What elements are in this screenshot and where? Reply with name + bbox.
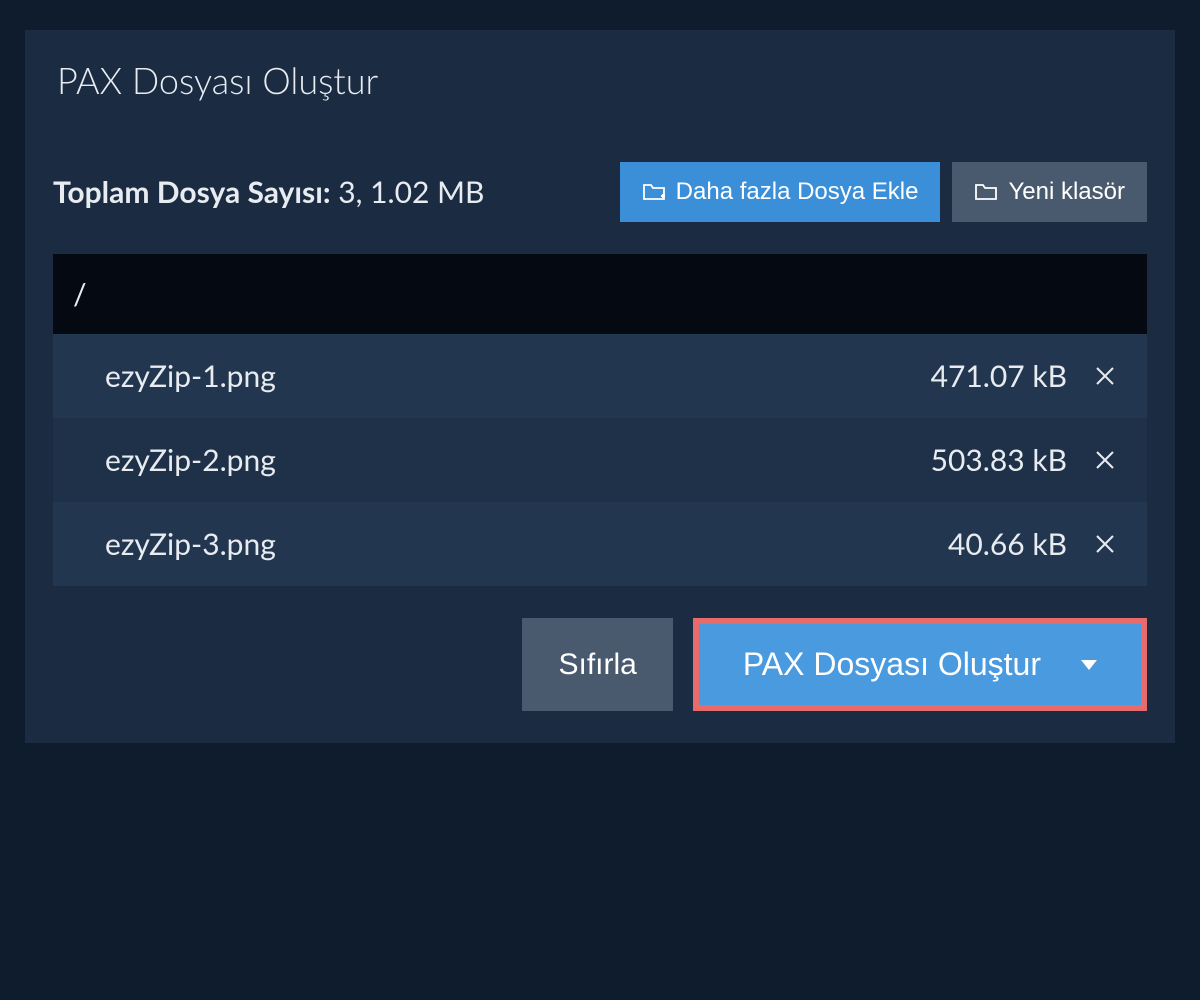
new-folder-label: Yeni klasör bbox=[1008, 178, 1125, 206]
add-files-label: Daha fazla Dosya Ekle bbox=[676, 178, 919, 206]
close-icon[interactable] bbox=[1091, 446, 1119, 474]
file-size: 471.07 kB bbox=[931, 358, 1067, 394]
folder-icon bbox=[974, 182, 998, 202]
create-pax-label: PAX Dosyası Oluştur bbox=[743, 646, 1041, 683]
file-count-label: Toplam Dosya Sayısı: bbox=[53, 174, 331, 210]
file-row-right: 40.66 kB bbox=[948, 526, 1119, 562]
file-row-right: 503.83 kB bbox=[931, 442, 1119, 478]
file-row: ezyZip-2.png 503.83 kB bbox=[53, 418, 1147, 502]
file-size: 40.66 kB bbox=[948, 526, 1067, 562]
file-name: ezyZip-2.png bbox=[105, 442, 931, 478]
file-rows: ezyZip-1.png 471.07 kB ezyZip-2.png bbox=[53, 334, 1147, 586]
toolbar-buttons: Daha fazla Dosya Ekle Yeni klasör bbox=[620, 162, 1147, 222]
file-row: ezyZip-1.png 471.07 kB bbox=[53, 334, 1147, 418]
file-name: ezyZip-1.png bbox=[105, 358, 931, 394]
file-size: 503.83 kB bbox=[931, 442, 1067, 478]
add-files-button[interactable]: Daha fazla Dosya Ekle bbox=[620, 162, 941, 222]
file-count-value: 3, 1.02 MB bbox=[338, 174, 484, 210]
file-list: / ezyZip-1.png 471.07 kB bbox=[53, 254, 1147, 586]
create-pax-button[interactable]: PAX Dosyası Oluştur bbox=[699, 624, 1141, 705]
path-row[interactable]: / bbox=[53, 254, 1147, 334]
file-count-summary: Toplam Dosya Sayısı: 3, 1.02 MB bbox=[53, 174, 484, 210]
file-row: ezyZip-3.png 40.66 kB bbox=[53, 502, 1147, 586]
new-folder-button[interactable]: Yeni klasör bbox=[952, 162, 1147, 222]
tab-create-pax[interactable]: PAX Dosyası Oluştur bbox=[25, 30, 410, 130]
folder-add-icon bbox=[642, 182, 666, 202]
footer-actions: Sıfırla PAX Dosyası Oluştur bbox=[53, 618, 1147, 711]
main-panel: PAX Dosyası Oluştur Toplam Dosya Sayısı:… bbox=[25, 30, 1175, 743]
content-area: Toplam Dosya Sayısı: 3, 1.02 MB Daha faz… bbox=[25, 130, 1175, 743]
file-row-right: 471.07 kB bbox=[931, 358, 1119, 394]
close-icon[interactable] bbox=[1091, 530, 1119, 558]
caret-down-icon bbox=[1081, 660, 1097, 670]
close-icon[interactable] bbox=[1091, 362, 1119, 390]
toolbar: Toplam Dosya Sayısı: 3, 1.02 MB Daha faz… bbox=[53, 162, 1147, 222]
tab-header: PAX Dosyası Oluştur bbox=[25, 30, 1175, 130]
reset-button[interactable]: Sıfırla bbox=[522, 618, 672, 711]
file-name: ezyZip-3.png bbox=[105, 526, 948, 562]
create-button-highlight: PAX Dosyası Oluştur bbox=[693, 618, 1147, 711]
